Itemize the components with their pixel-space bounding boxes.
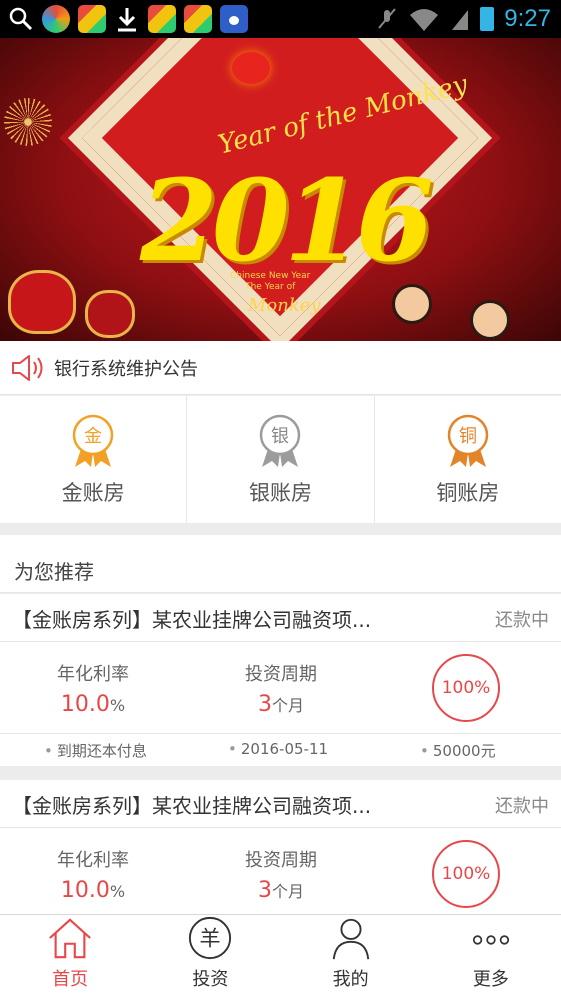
announcement-text: 银行系统维护公告 [54,358,198,380]
progress-circle: 100% [432,840,500,908]
wifi-icon [410,9,439,31]
period-value: 3个月 [257,692,304,717]
banner-year: 2016 [140,156,434,287]
promo-banner[interactable]: Year of the Monkey 2016 Chinese New Year… [0,38,561,341]
product-card-body: 年化利率 10.0% 投资周期 3个月 100% [0,642,561,734]
recommend-title: 为您推荐 [14,560,94,584]
system-icons: 9:27 [376,3,551,35]
product-title: 【金账房系列】某农业挂牌公司融资项... [12,608,372,632]
signal-icon [452,10,469,30]
product-card[interactable]: 【金账房系列】某农业挂牌公司融资项... 还款中 年化利率 10.0% 投资周期… [0,594,561,766]
home-icon [49,918,91,959]
progress-circle: 100% [432,654,500,722]
product-card-header: 【金账房系列】某农业挂牌公司融资项... 还款中 [0,780,561,828]
tab-mine-label: 我的 [332,969,369,990]
product-status: 还款中 [495,796,549,817]
yuan-circle-icon: 羊 [189,916,232,960]
recommend-header: 为您推荐 [0,535,561,593]
repayment-method: 到期还本付息 [44,740,147,761]
bronze-room-button[interactable]: 铜 铜账房 [375,396,561,523]
bronze-medal-icon: 铜 [447,414,489,467]
svg-text:羊: 羊 [200,926,221,951]
lucky-bag-decoration [8,270,76,334]
more-dots-icon [472,935,509,945]
account-tiers: 金 金账房 银 银账房 铜 铜账房 [0,396,561,523]
period-value: 3个月 [257,878,304,903]
notification-icons [8,4,248,34]
lucky-bag-decoration [85,290,135,338]
tab-home-label: 首页 [52,969,89,990]
person-icon [332,918,369,960]
tab-mine[interactable]: 我的 [281,915,421,999]
gold-room-label: 金账房 [61,480,125,505]
period-label: 投资周期 [245,664,317,685]
rate-label: 年化利率 [57,850,129,871]
game-app-icon [148,5,176,33]
loan-amount: 50000元 [420,740,496,761]
silver-room-label: 银账房 [248,480,312,505]
bronze-room-label: 铜账房 [436,480,500,505]
color-app-icon [42,5,70,33]
rate-stat: 年化利率 10.0% [48,660,138,717]
product-status: 还款中 [495,610,549,631]
status-bar: 9:27 [0,0,561,38]
mute-icon [378,8,397,29]
silver-medal-icon: 银 [260,414,301,467]
tab-invest-label: 投资 [192,969,229,990]
tab-more[interactable]: 更多 [421,915,561,999]
product-card[interactable]: 【金账房系列】某农业挂牌公司融资项... 还款中 年化利率 10.0% 投资周期… [0,780,561,920]
lantern-decoration [232,52,270,84]
product-title: 【金账房系列】某农业挂牌公司融资项... [12,794,372,818]
clock: 9:27 [504,5,551,32]
period-stat: 投资周期 3个月 [236,660,326,717]
svg-text:铜: 铜 [459,426,477,447]
rate-value: 10.0% [60,692,126,717]
paw-app-icon [220,5,248,33]
child-figure-decoration [470,300,510,340]
svg-text:金: 金 [84,426,102,447]
product-card-footer: 到期还本付息 2016-05-11 50000元 [0,734,561,766]
rate-value: 10.0% [60,878,126,903]
gold-room-button[interactable]: 金 金账房 [0,396,188,523]
tab-home[interactable]: 首页 [0,915,140,999]
repayment-date: 2016-05-11 [228,740,328,758]
tab-more-label: 更多 [472,969,509,990]
child-figure-decoration [392,284,432,324]
gold-medal-icon: 金 [72,414,114,467]
silver-room-button[interactable]: 银 银账房 [187,396,375,523]
svg-text:银: 银 [271,426,289,447]
banner-monkey-text: Monkey [248,295,321,316]
tab-invest[interactable]: 羊 投资 [140,915,280,999]
game-app-icon [184,5,212,33]
game-app-icon [78,5,106,33]
speaker-icon [12,354,43,381]
announcement-bar[interactable]: 银行系统维护公告 [0,341,561,395]
banner-subtitle: Chinese New Year The Year of [230,271,311,292]
product-card-header: 【金账房系列】某农业挂牌公司融资项... 还款中 [0,594,561,642]
rate-stat: 年化利率 10.0% [48,846,138,903]
period-stat: 投资周期 3个月 [236,846,326,903]
firework-decoration [4,98,52,146]
download-icon [118,8,136,32]
period-label: 投资周期 [245,850,317,871]
bottom-tab-bar: 首页 羊 投资 我的 更多 [0,914,561,999]
rate-label: 年化利率 [57,664,129,685]
search-icon [9,7,33,31]
product-card-body: 年化利率 10.0% 投资周期 3个月 100% [0,828,561,920]
battery-icon [480,7,495,31]
